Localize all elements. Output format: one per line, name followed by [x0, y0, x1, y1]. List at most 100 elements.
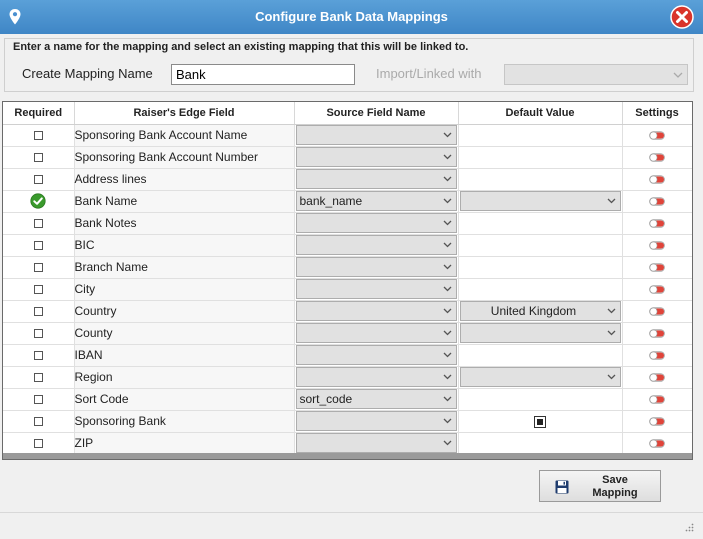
- required-checkbox[interactable]: [33, 373, 43, 383]
- source-field-select[interactable]: [295, 169, 457, 189]
- source-field-select[interactable]: [295, 411, 457, 431]
- toggle-icon[interactable]: [649, 285, 665, 295]
- required-checkbox[interactable]: [33, 153, 43, 163]
- default-value-input[interactable]: [459, 389, 622, 409]
- horizontal-scrollbar[interactable]: [3, 453, 692, 459]
- source-field-select[interactable]: [295, 257, 457, 277]
- default-value-select[interactable]: [459, 323, 621, 343]
- default-value-cell: United Kingdom: [458, 300, 623, 323]
- source-field-select[interactable]: [295, 345, 457, 365]
- required-checkbox[interactable]: [33, 439, 43, 449]
- toggle-icon[interactable]: [649, 329, 665, 339]
- required-cell: [3, 432, 75, 455]
- required-checkbox[interactable]: [33, 241, 43, 251]
- required-checkbox[interactable]: [33, 329, 43, 339]
- table-row: Country United Kingdom: [3, 300, 692, 323]
- default-value-input[interactable]: [459, 279, 622, 299]
- source-field-select[interactable]: [295, 367, 457, 387]
- column-header-source-field[interactable]: Source Field Name: [294, 102, 459, 125]
- close-icon[interactable]: [670, 5, 694, 29]
- column-header-re-field[interactable]: Raiser's Edge Field: [74, 102, 295, 125]
- column-header-default-value[interactable]: Default Value: [458, 102, 623, 125]
- required-checkbox[interactable]: [33, 307, 43, 317]
- re-field-cell: City: [74, 278, 295, 301]
- default-value-cell: [458, 410, 623, 433]
- re-field-cell: Sort Code: [74, 388, 295, 411]
- source-field-select[interactable]: [295, 301, 457, 321]
- required-checkbox[interactable]: [33, 219, 43, 229]
- source-field-select[interactable]: [295, 235, 457, 255]
- required-checkbox[interactable]: [33, 263, 43, 273]
- toggle-icon[interactable]: [649, 219, 665, 229]
- default-value-input[interactable]: [459, 257, 622, 277]
- check-circle-icon: [30, 193, 46, 209]
- toggle-icon[interactable]: [649, 395, 665, 405]
- re-field-cell: Sponsoring Bank Account Number: [74, 146, 295, 169]
- chevron-down-icon: [443, 176, 451, 182]
- required-cell: [3, 388, 75, 411]
- required-cell: [3, 322, 75, 345]
- default-value-input[interactable]: [459, 345, 622, 365]
- re-field-cell: County: [74, 322, 295, 345]
- default-value-select[interactable]: [459, 367, 621, 387]
- settings-cell: [622, 322, 692, 345]
- window-title: Configure Bank Data Mappings: [255, 9, 448, 24]
- source-field-select[interactable]: [295, 125, 457, 145]
- required-checkbox[interactable]: [33, 131, 43, 141]
- required-cell: [3, 410, 75, 433]
- source-field-cell: [294, 146, 459, 169]
- column-header-settings[interactable]: Settings: [622, 102, 692, 125]
- toggle-icon[interactable]: [649, 131, 665, 141]
- required-checkbox[interactable]: [33, 351, 43, 361]
- table-row: Bank Name bank_name: [3, 190, 692, 213]
- toggle-icon[interactable]: [649, 351, 665, 361]
- toggle-icon[interactable]: [649, 241, 665, 251]
- source-field-select[interactable]: [295, 323, 457, 343]
- default-value-input[interactable]: [459, 125, 622, 145]
- default-value-checkbox[interactable]: [534, 415, 546, 428]
- resize-grip-icon[interactable]: [684, 523, 694, 533]
- default-value-select[interactable]: United Kingdom: [459, 301, 621, 321]
- required-checkbox[interactable]: [33, 395, 43, 405]
- chevron-down-icon: [607, 308, 615, 314]
- toggle-icon[interactable]: [649, 307, 665, 317]
- source-field-cell: [294, 322, 459, 345]
- source-field-cell: [294, 212, 459, 235]
- default-value-select[interactable]: [459, 191, 621, 211]
- default-value-cell: [458, 366, 623, 389]
- settings-cell: [622, 256, 692, 279]
- toggle-icon[interactable]: [649, 197, 665, 207]
- source-field-select[interactable]: sort_code: [295, 389, 457, 409]
- source-field-select[interactable]: [295, 433, 457, 453]
- default-value-cell: [458, 344, 623, 367]
- settings-cell: [622, 212, 692, 235]
- default-value-input[interactable]: [459, 169, 622, 189]
- table-row: Sort Code sort_code: [3, 388, 692, 411]
- toggle-icon[interactable]: [649, 439, 665, 449]
- default-value-input[interactable]: [459, 433, 622, 453]
- source-field-select[interactable]: [295, 279, 457, 299]
- import-linked-select[interactable]: [504, 64, 688, 85]
- required-checkbox[interactable]: [33, 417, 43, 427]
- toggle-icon[interactable]: [649, 153, 665, 163]
- source-field-cell: [294, 168, 459, 191]
- source-field-select[interactable]: bank_name: [295, 191, 457, 211]
- required-checkbox[interactable]: [33, 285, 43, 295]
- settings-cell: [622, 278, 692, 301]
- column-header-required[interactable]: Required: [3, 102, 75, 125]
- save-mapping-button[interactable]: Save Mapping: [539, 470, 661, 502]
- mapping-name-input[interactable]: [171, 64, 355, 85]
- default-value-input[interactable]: [459, 213, 622, 233]
- settings-cell: [622, 190, 692, 213]
- default-value-input[interactable]: [459, 235, 622, 255]
- source-field-select[interactable]: [295, 213, 457, 233]
- toggle-icon[interactable]: [649, 417, 665, 427]
- default-value-input[interactable]: [459, 147, 622, 167]
- toggle-icon[interactable]: [649, 373, 665, 383]
- chevron-down-icon: [443, 374, 451, 380]
- required-checkbox[interactable]: [33, 175, 43, 185]
- toggle-icon[interactable]: [649, 175, 665, 185]
- source-field-cell: sort_code: [294, 388, 459, 411]
- source-field-select[interactable]: [295, 147, 457, 167]
- toggle-icon[interactable]: [649, 263, 665, 273]
